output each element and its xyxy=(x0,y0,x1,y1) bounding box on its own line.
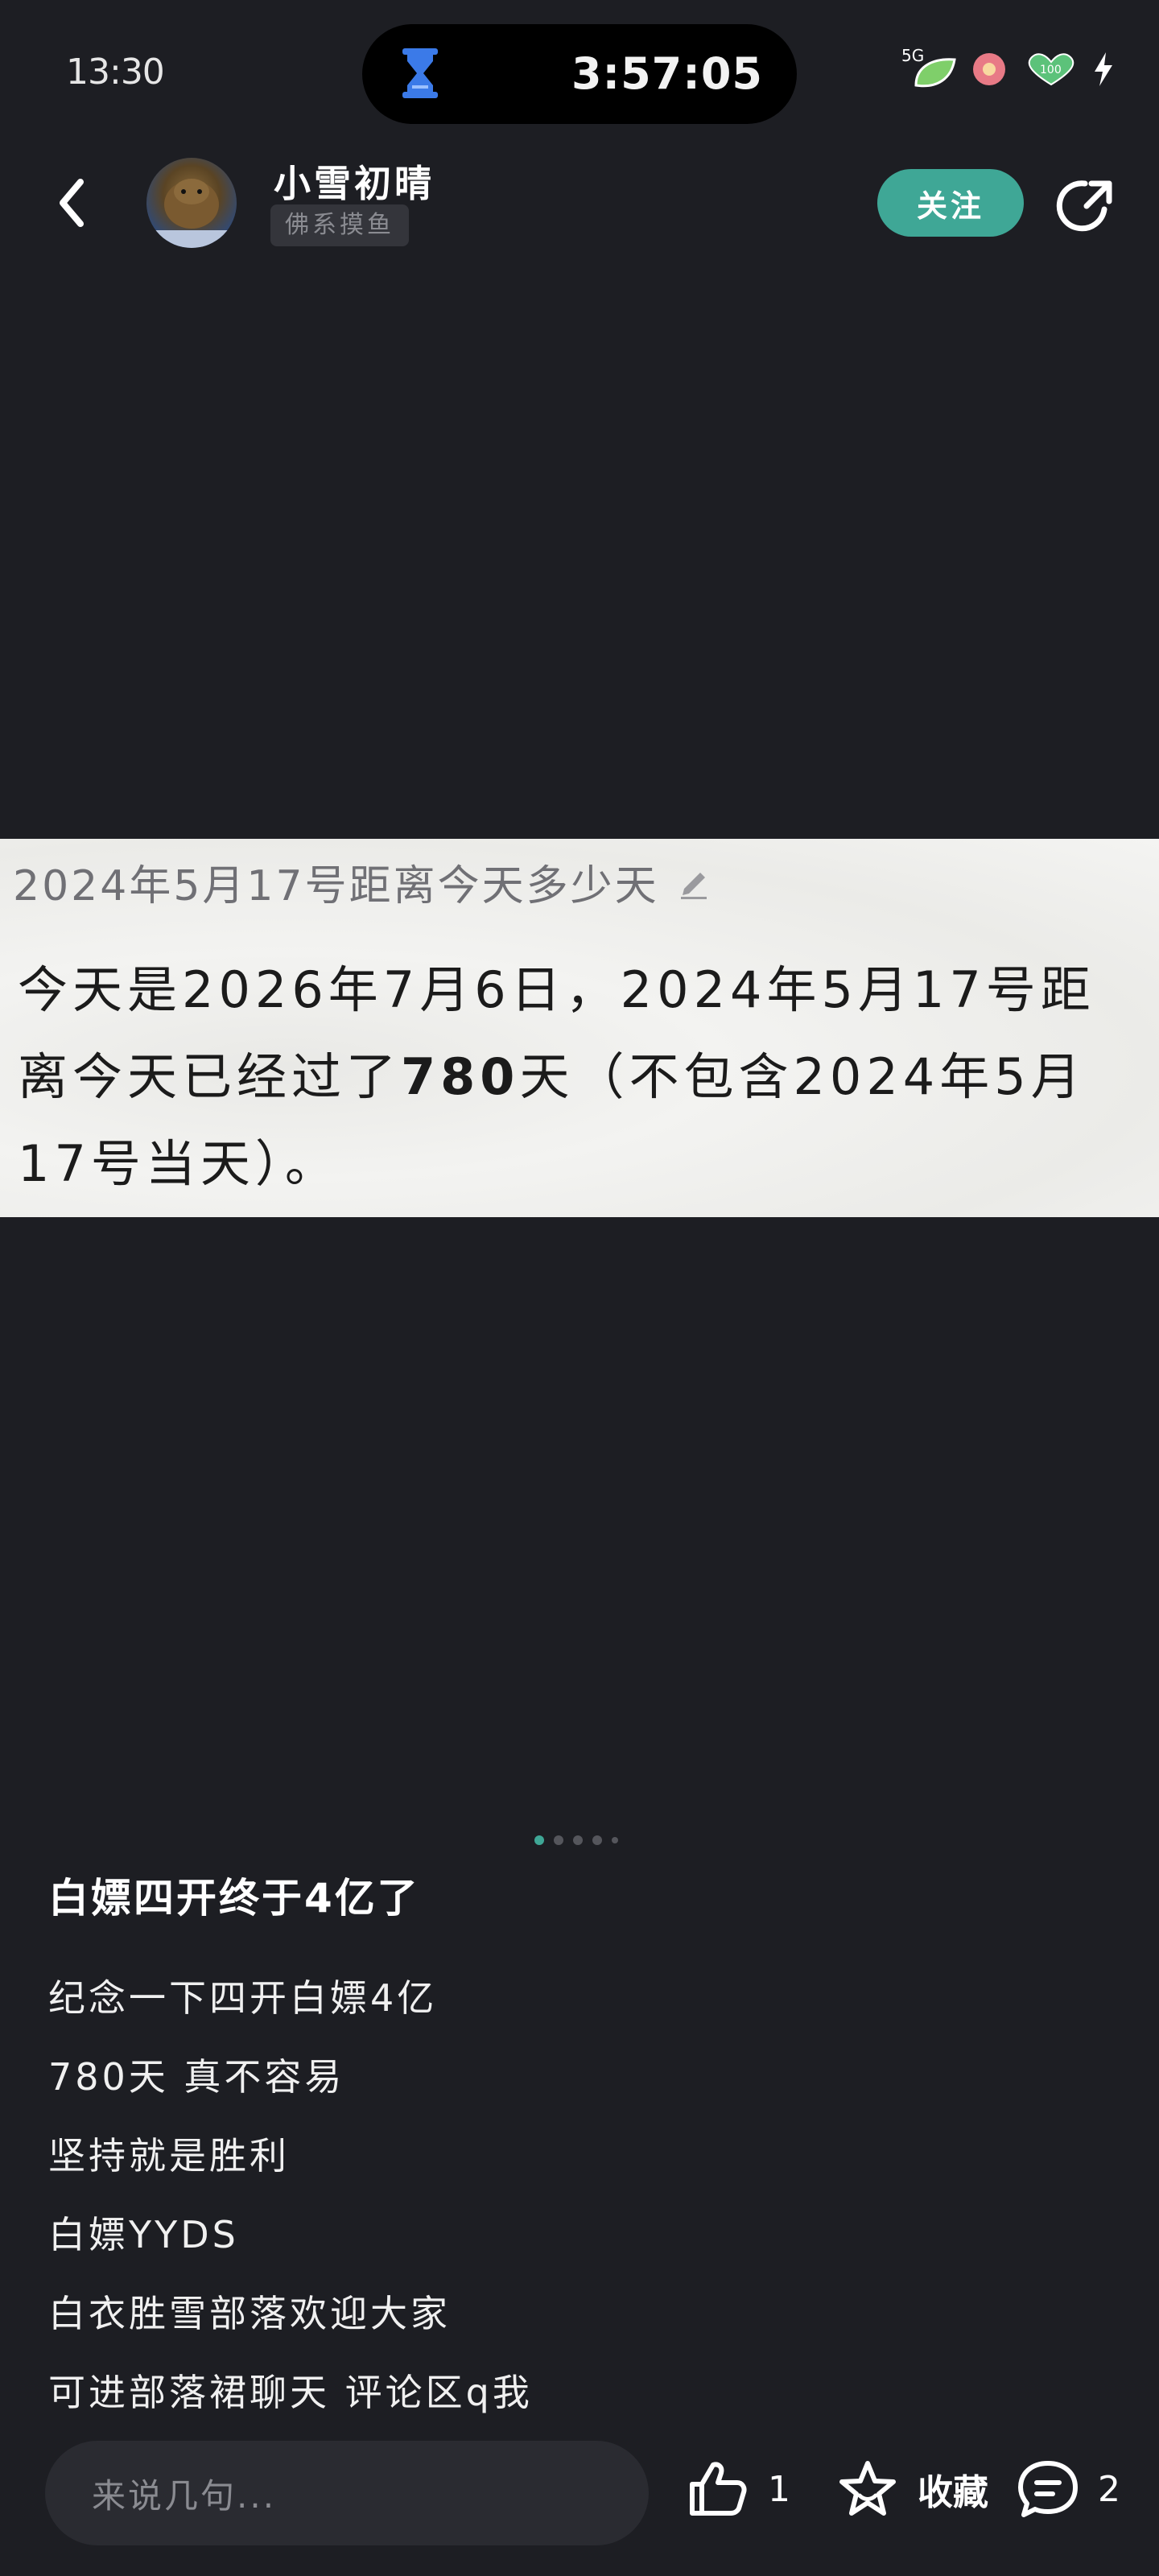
avatar[interactable] xyxy=(146,158,237,248)
signal-leaf-icon: 5G xyxy=(901,47,956,88)
carousel-dot xyxy=(592,1835,602,1845)
comment-button[interactable]: 2 xyxy=(1016,2457,1120,2521)
timer-text: 3:57:05 xyxy=(571,48,763,99)
comment-bubble-icon xyxy=(1018,2461,1078,2517)
favorite-button[interactable]: 收藏 xyxy=(835,2457,988,2521)
post-line: 780天 真不容易 xyxy=(48,2055,345,2099)
post-line: 坚持就是胜利 xyxy=(48,2134,290,2178)
carousel-dot xyxy=(612,1837,618,1843)
post-line: 白嫖YYDS xyxy=(48,2213,239,2256)
star-icon xyxy=(839,2461,896,2516)
pencil-icon xyxy=(681,873,707,899)
like-count: 1 xyxy=(768,2468,790,2510)
post-line: 白衣胜雪部落欢迎大家 xyxy=(48,2292,451,2335)
carousel-dot xyxy=(554,1835,563,1845)
answer-days-number: 780 xyxy=(401,1047,520,1106)
avatar-image-icon xyxy=(146,179,237,248)
thumbs-up-icon xyxy=(690,2462,747,2516)
hourglass-icon xyxy=(402,48,438,98)
status-time: 13:30 xyxy=(66,52,165,93)
flower-icon xyxy=(973,53,1005,85)
image-answer-text: 今天是2026年7月6日，2024年5月17号距离今天已经过了780天（不包含2… xyxy=(18,947,1128,1208)
share-icon[interactable] xyxy=(1053,174,1117,238)
status-icons: 5G 100 xyxy=(901,47,1114,92)
network-label: 5G xyxy=(901,47,924,65)
comment-count: 2 xyxy=(1098,2468,1120,2510)
like-button[interactable]: 1 xyxy=(686,2457,790,2521)
username[interactable]: 小雪初晴 xyxy=(274,155,435,208)
comment-input[interactable]: 来说几句... xyxy=(45,2441,649,2545)
battery-heart-icon: 100 xyxy=(1028,53,1074,86)
carousel-dot xyxy=(573,1835,583,1845)
dynamic-island[interactable]: 3:57:05 xyxy=(362,24,797,124)
charging-icon xyxy=(1095,52,1112,86)
post-line: 纪念一下四开白嫖4亿 xyxy=(48,1976,438,2020)
carousel-indicator xyxy=(534,1835,618,1845)
back-icon[interactable] xyxy=(50,171,95,235)
image-question-text: 2024年5月17号距离今天多少天 xyxy=(13,862,659,910)
svg-text:100: 100 xyxy=(1040,64,1062,76)
user-tag: 佛系摸鱼 xyxy=(270,204,409,246)
favorite-label: 收藏 xyxy=(918,2472,988,2513)
follow-button[interactable]: 关注 xyxy=(877,169,1024,237)
carousel-dot-active xyxy=(534,1835,544,1845)
post-title: 白嫖四开终于4亿了 xyxy=(48,1875,420,1922)
post-line: 可进部落裙聊天 评论区q我 xyxy=(48,2371,533,2414)
